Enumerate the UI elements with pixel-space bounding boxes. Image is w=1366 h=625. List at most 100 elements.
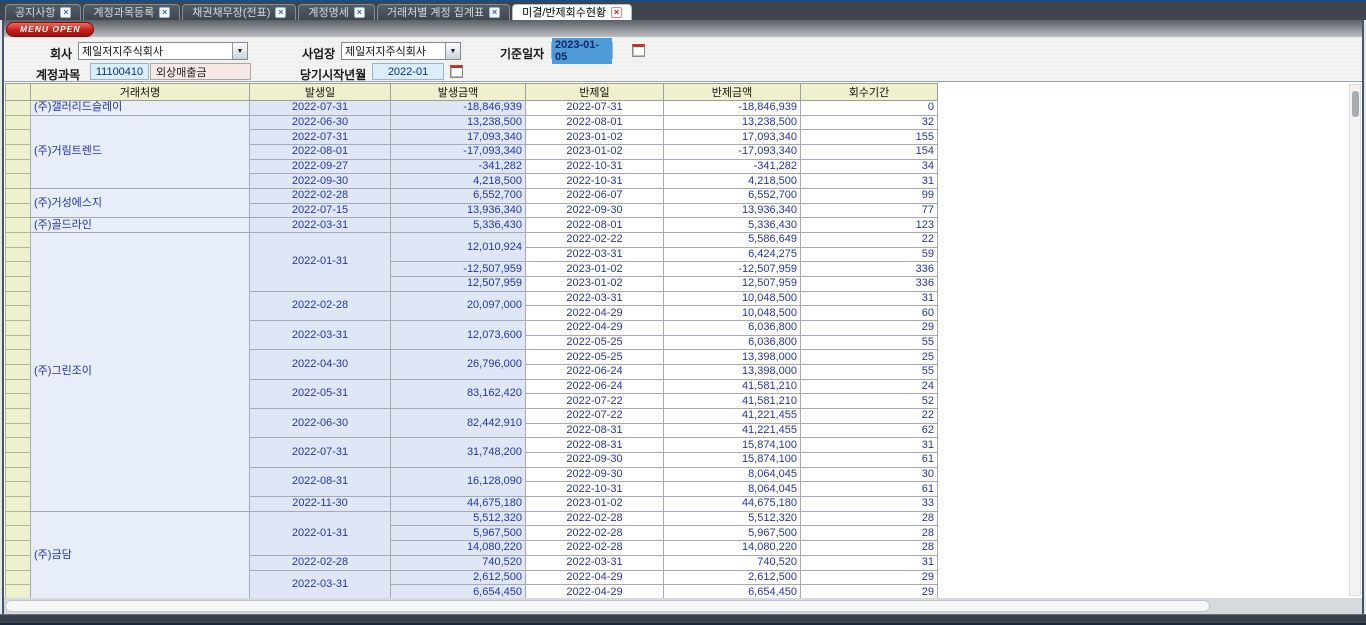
settle-date-cell[interactable]: 2022-05-25 [526, 350, 664, 365]
settle-date-cell[interactable]: 2022-09-30 [526, 203, 664, 218]
settle-amount-cell[interactable]: 2,612,500 [664, 570, 801, 585]
row-selector[interactable] [6, 541, 31, 556]
collection-days-cell[interactable]: 31 [801, 555, 938, 570]
settle-amount-cell[interactable]: 8,064,045 [664, 482, 801, 497]
tab-3[interactable]: 채권채무장(전표)× [182, 4, 296, 20]
tab-6[interactable]: 미결/반제회수현황× [512, 4, 632, 20]
issue-amount-cell[interactable]: 13,238,500 [391, 115, 526, 130]
issue-date-cell[interactable]: 2022-08-31 [250, 467, 391, 496]
collection-days-cell[interactable]: 31 [801, 174, 938, 189]
row-selector[interactable] [6, 350, 31, 365]
settle-amount-cell[interactable]: 13,936,340 [664, 203, 801, 218]
issue-date-cell[interactable]: 2022-02-28 [250, 555, 391, 570]
issue-amount-cell[interactable]: 20,097,000 [391, 291, 526, 320]
settle-amount-cell[interactable]: -18,846,939 [664, 101, 801, 116]
vendor-cell[interactable]: (주)금담 [31, 511, 250, 598]
settle-date-cell[interactable]: 2023-01-02 [526, 130, 664, 145]
issue-date-cell[interactable]: 2022-08-01 [250, 145, 391, 160]
issue-amount-cell[interactable]: 740,520 [391, 555, 526, 570]
settle-date-cell[interactable]: 2022-07-22 [526, 409, 664, 424]
settle-date-cell[interactable]: 2023-01-02 [526, 497, 664, 512]
issue-amount-cell[interactable]: 5,967,500 [391, 526, 526, 541]
vertical-scrollbar-thumb[interactable] [1352, 91, 1359, 117]
settle-amount-cell[interactable]: 8,064,045 [664, 467, 801, 482]
collection-days-cell[interactable]: 59 [801, 247, 938, 262]
issue-amount-cell[interactable]: 82,442,910 [391, 409, 526, 438]
settle-date-cell[interactable]: 2022-06-24 [526, 365, 664, 380]
column-header[interactable]: 반제일 [526, 84, 664, 101]
collection-days-cell[interactable]: 52 [801, 394, 938, 409]
settle-date-cell[interactable]: 2022-02-28 [526, 526, 664, 541]
settle-amount-cell[interactable]: 41,581,210 [664, 379, 801, 394]
row-selector[interactable] [6, 203, 31, 218]
row-selector[interactable] [6, 115, 31, 130]
collection-days-cell[interactable]: 61 [801, 482, 938, 497]
row-selector[interactable] [6, 409, 31, 424]
issue-amount-cell[interactable]: -18,846,939 [391, 101, 526, 116]
issue-date-cell[interactable]: 2022-01-31 [250, 511, 391, 555]
row-selector[interactable] [6, 101, 31, 116]
collection-days-cell[interactable]: 0 [801, 101, 938, 116]
column-header[interactable]: 반제금액 [664, 84, 801, 101]
issue-date-cell[interactable]: 2022-05-31 [250, 379, 391, 408]
settle-amount-cell[interactable]: 15,874,100 [664, 453, 801, 468]
chevron-down-icon[interactable]: ▼ [445, 43, 460, 59]
row-selector[interactable] [6, 467, 31, 482]
collection-days-cell[interactable]: 62 [801, 423, 938, 438]
issue-amount-cell[interactable]: 5,336,430 [391, 218, 526, 233]
settle-amount-cell[interactable]: 5,586,649 [664, 233, 801, 248]
issue-amount-cell[interactable]: 5,512,320 [391, 511, 526, 526]
collection-days-cell[interactable]: 29 [801, 570, 938, 585]
vendor-cell[interactable]: (주)그린조이 [31, 233, 250, 512]
settle-date-cell[interactable]: 2022-04-29 [526, 306, 664, 321]
tab-close-icon[interactable]: × [275, 7, 286, 18]
row-selector[interactable] [6, 321, 31, 336]
settle-amount-cell[interactable]: 41,221,455 [664, 423, 801, 438]
row-selector[interactable] [6, 453, 31, 468]
issue-date-cell[interactable]: 2022-03-31 [250, 218, 391, 233]
menu-open-button[interactable]: MENU OPEN [6, 22, 94, 37]
settle-amount-cell[interactable]: 13,398,000 [664, 365, 801, 380]
issue-amount-cell[interactable]: 14,080,220 [391, 541, 526, 556]
settle-amount-cell[interactable]: 13,398,000 [664, 350, 801, 365]
collection-days-cell[interactable]: 24 [801, 379, 938, 394]
collection-days-cell[interactable]: 55 [801, 335, 938, 350]
row-selector[interactable] [6, 277, 31, 292]
collection-days-cell[interactable]: 25 [801, 350, 938, 365]
settle-amount-cell[interactable]: 10,048,500 [664, 291, 801, 306]
row-selector[interactable] [6, 233, 31, 248]
settle-amount-cell[interactable]: 6,552,700 [664, 189, 801, 204]
collection-days-cell[interactable]: 61 [801, 453, 938, 468]
settle-date-cell[interactable]: 2022-10-31 [526, 482, 664, 497]
collection-days-cell[interactable]: 336 [801, 262, 938, 277]
base-date-input[interactable]: 2023-01-05 [551, 42, 613, 59]
issue-date-cell[interactable]: 2022-03-31 [250, 321, 391, 350]
issue-date-cell[interactable]: 2022-07-15 [250, 203, 391, 218]
row-selector[interactable] [6, 423, 31, 438]
collection-days-cell[interactable]: 155 [801, 130, 938, 145]
collection-days-cell[interactable]: 32 [801, 115, 938, 130]
settle-date-cell[interactable]: 2022-07-22 [526, 394, 664, 409]
collection-days-cell[interactable]: 77 [801, 203, 938, 218]
settle-amount-cell[interactable]: 10,048,500 [664, 306, 801, 321]
collection-days-cell[interactable]: 33 [801, 497, 938, 512]
settle-date-cell[interactable]: 2022-10-31 [526, 174, 664, 189]
issue-date-cell[interactable]: 2022-07-31 [250, 101, 391, 116]
settle-date-cell[interactable]: 2022-04-29 [526, 570, 664, 585]
site-select[interactable]: 제일저지주식회사 ▼ [341, 42, 461, 60]
settle-amount-cell[interactable]: 17,093,340 [664, 130, 801, 145]
tab-close-icon[interactable]: × [611, 7, 622, 18]
collection-days-cell[interactable]: 34 [801, 159, 938, 174]
chevron-down-icon[interactable]: ▼ [232, 43, 247, 59]
collection-days-cell[interactable]: 154 [801, 145, 938, 160]
settle-date-cell[interactable]: 2023-01-02 [526, 262, 664, 277]
settle-date-cell[interactable]: 2022-05-25 [526, 335, 664, 350]
period-start-input[interactable]: 2022-01 [372, 63, 444, 80]
settle-date-cell[interactable]: 2023-01-02 [526, 145, 664, 160]
settle-date-cell[interactable]: 2022-07-31 [526, 101, 664, 116]
settle-date-cell[interactable]: 2022-09-30 [526, 467, 664, 482]
settle-amount-cell[interactable]: -341,282 [664, 159, 801, 174]
collection-days-cell[interactable]: 336 [801, 277, 938, 292]
settle-date-cell[interactable]: 2022-08-31 [526, 438, 664, 453]
tab-close-icon[interactable]: × [489, 7, 500, 18]
